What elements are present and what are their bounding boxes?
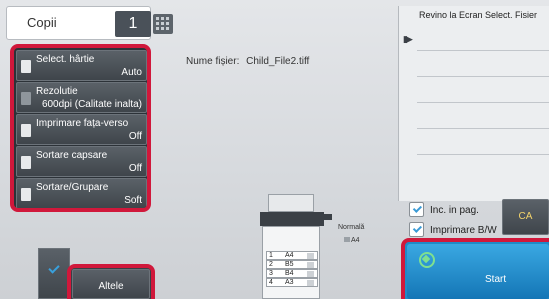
file-name-value: Child_File2.tiff [246, 56, 310, 67]
check-icon [412, 203, 423, 213]
tray-number: 1 [269, 252, 273, 259]
bw-print-label: Imprimare B/W [430, 225, 497, 236]
bw-print-checkbox[interactable] [409, 222, 424, 237]
tray-row: 4 A3 [266, 278, 318, 287]
back-to-file-select-button[interactable]: ▮▶ Revino la Ecran Select. Fisier [399, 6, 549, 50]
output-tray-size: A4 [344, 237, 360, 244]
tray-size: B4 [285, 270, 294, 277]
setting-value: Auto [121, 67, 142, 78]
keypad-icon[interactable] [153, 14, 173, 34]
setting-value: Off [128, 163, 142, 174]
copies-box: Copii 1 [6, 6, 151, 40]
duplex-button[interactable]: Imprimare fața-verso Off [16, 114, 147, 145]
back-arrow-icon: ▮▶ [403, 34, 413, 44]
file-name: Nume fișier: Child_File2.tiff [186, 56, 309, 67]
tray-row: 3 B4 [266, 269, 318, 278]
staple-sort-button[interactable]: Sortare capsare Off [16, 146, 147, 177]
setting-value: Off [128, 131, 142, 142]
tray-row: 2 B5 [266, 260, 318, 269]
paper-icon [21, 60, 31, 73]
chevron-down-icon [48, 262, 60, 274]
print-settings-screen: Copii 1 Select. hârtie Auto Rezolutie 60… [0, 0, 549, 299]
tray-row: 1 A4 [266, 251, 318, 260]
setting-value: 600dpi (Calitate inalta) [41, 99, 142, 110]
back-to-file-select-label: Revino la Ecran Select. Fisier [419, 10, 538, 20]
tray-number: 3 [269, 270, 273, 277]
sort-group-button[interactable]: Sortare/Grupare Soft [16, 178, 147, 208]
machine-illustration: 1 A4 2 B5 3 B4 4 A3 [258, 194, 332, 299]
setting-value: Soft [124, 195, 142, 206]
setting-label: Imprimare fața-verso [36, 118, 129, 129]
duplex-icon [21, 124, 31, 137]
paper-select-button[interactable]: Select. hârtie Auto [16, 50, 147, 81]
setting-label: Sortare/Grupare [36, 182, 109, 193]
start-highlight: Start [401, 238, 549, 299]
start-icon [419, 252, 435, 268]
check-icon [412, 223, 423, 233]
resolution-button[interactable]: Rezolutie 600dpi (Calitate inalta) [16, 82, 147, 113]
copies-label: Copii [27, 15, 57, 30]
setting-label: Sortare capsare [36, 150, 108, 161]
start-button[interactable]: Start [407, 244, 549, 299]
resolution-icon [21, 92, 31, 105]
page-stamp-checkbox[interactable] [409, 202, 424, 217]
tray-size: A4 [285, 252, 294, 259]
others-button[interactable]: Altele [72, 269, 150, 299]
output-tray-label: Normală [338, 224, 365, 231]
tray-size: A3 [285, 279, 294, 286]
tray-number: 4 [269, 279, 273, 286]
settings-panel: Select. hârtie Auto Rezolutie 600dpi (Ca… [10, 44, 151, 212]
tray-number: 2 [269, 261, 273, 268]
setting-label: Select. hârtie [36, 54, 95, 65]
others-highlight: Altele [67, 264, 155, 299]
sort-icon [21, 188, 31, 201]
start-label: Start [485, 274, 507, 285]
copies-input[interactable]: 1 [115, 11, 151, 37]
right-panel: ▮▶ Revino la Ecran Select. Fisier [398, 6, 549, 201]
staple-icon [21, 156, 31, 169]
setting-label: Rezolutie [36, 86, 78, 97]
tray-size: B5 [285, 261, 294, 268]
file-name-label: Nume fișier: [186, 56, 240, 67]
clear-all-button[interactable]: CA [502, 199, 549, 235]
expand-button[interactable] [38, 248, 70, 299]
page-stamp-label: Inc. in pag. [430, 205, 479, 216]
